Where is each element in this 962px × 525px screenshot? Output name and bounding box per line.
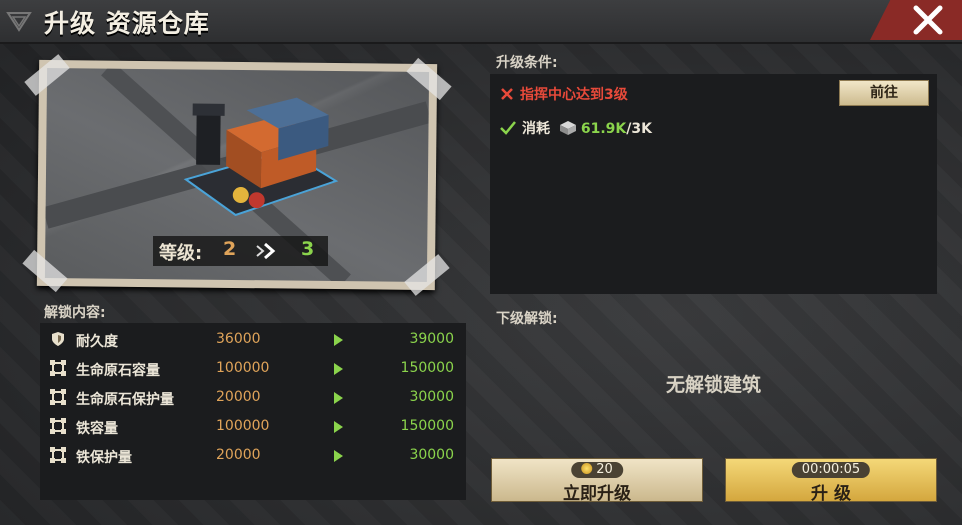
table-row: 铁容量 100000 150000 bbox=[40, 413, 466, 442]
instant-upgrade-button[interactable]: 20 立即升级 bbox=[491, 458, 703, 504]
iron-resource-icon bbox=[559, 121, 576, 135]
capacity-icon bbox=[50, 389, 66, 405]
gold-coin-icon bbox=[581, 463, 593, 474]
stat-current: 100000 bbox=[216, 418, 270, 434]
arrow-right-icon bbox=[334, 392, 343, 404]
table-row: 铁保护量 20000 30000 bbox=[40, 442, 466, 471]
upgrade-time-badge: 00:00:05 bbox=[791, 462, 871, 478]
capacity-icon bbox=[50, 447, 66, 463]
conditions-heading: 升级条件: bbox=[496, 55, 558, 71]
close-button[interactable] bbox=[870, 0, 962, 40]
stat-next: 150000 bbox=[400, 360, 454, 376]
cost-need: /3K bbox=[626, 121, 652, 137]
stat-name: 生命原石容量 bbox=[76, 363, 160, 379]
level-next: 3 bbox=[301, 238, 315, 260]
no-unlock-text: 无解锁建筑 bbox=[665, 374, 761, 396]
requirement-met: 消耗 61.9K/3K bbox=[500, 118, 652, 138]
conditions-panel: 指挥中心达到3级 前往 消耗 61.9K/3K bbox=[490, 74, 937, 294]
instant-upgrade-label: 立即升级 bbox=[563, 484, 631, 504]
cost-have: 61.9K bbox=[580, 121, 627, 137]
cost-label: 消耗 bbox=[522, 121, 550, 137]
stat-current: 100000 bbox=[216, 360, 270, 376]
arrow-right-icon bbox=[334, 421, 343, 433]
stat-current: 36000 bbox=[216, 331, 261, 347]
table-row: 生命原石容量 100000 150000 bbox=[40, 355, 466, 384]
unlock-table: 耐久度 36000 39000 生命原石容量 100000 150000 生命原… bbox=[40, 323, 466, 500]
stat-next: 150000 bbox=[400, 418, 454, 434]
stat-name: 铁保护量 bbox=[76, 450, 132, 466]
stat-name: 生命原石保护量 bbox=[76, 392, 174, 408]
title-bar: 升级 资源仓库 bbox=[0, 0, 962, 44]
capacity-icon bbox=[50, 418, 66, 434]
gem-cost-badge: 20 bbox=[571, 462, 623, 478]
arrow-right-icon bbox=[334, 334, 343, 346]
upgrade-label: 升 级 bbox=[811, 484, 851, 504]
close-icon bbox=[913, 5, 943, 35]
stat-current: 20000 bbox=[216, 447, 261, 463]
upgrade-button[interactable]: 00:00:05 升 级 bbox=[725, 458, 937, 504]
next-unlock-heading: 下级解锁: bbox=[496, 311, 558, 327]
table-row: 生命原石保护量 20000 30000 bbox=[40, 384, 466, 413]
cross-icon bbox=[501, 88, 513, 100]
stat-name: 耐久度 bbox=[76, 334, 118, 350]
gem-cost: 20 bbox=[596, 462, 613, 477]
stat-name: 铁容量 bbox=[76, 421, 118, 437]
level-indicator: 等级: 2 3 bbox=[153, 236, 328, 266]
table-row: 耐久度 36000 39000 bbox=[40, 326, 466, 355]
double-chevron-right-icon bbox=[256, 242, 276, 260]
arrow-right-icon bbox=[334, 363, 343, 375]
shield-icon bbox=[52, 332, 64, 346]
capacity-icon bbox=[50, 360, 66, 376]
chevron-emblem-icon bbox=[6, 12, 32, 32]
unlock-heading: 解锁内容: bbox=[44, 305, 106, 321]
window-title: 升级 资源仓库 bbox=[44, 9, 210, 38]
requirement-unmet: 指挥中心达到3级 bbox=[500, 84, 628, 104]
stat-next: 30000 bbox=[409, 389, 454, 405]
requirement-text: 指挥中心达到3级 bbox=[520, 87, 628, 103]
stat-next: 30000 bbox=[409, 447, 454, 463]
level-current: 2 bbox=[223, 238, 237, 260]
goto-button[interactable]: 前往 bbox=[839, 80, 929, 106]
level-label: 等级: bbox=[159, 243, 203, 264]
check-icon bbox=[500, 121, 516, 135]
arrow-right-icon bbox=[334, 450, 343, 462]
stat-current: 20000 bbox=[216, 389, 261, 405]
stat-next: 39000 bbox=[409, 331, 454, 347]
